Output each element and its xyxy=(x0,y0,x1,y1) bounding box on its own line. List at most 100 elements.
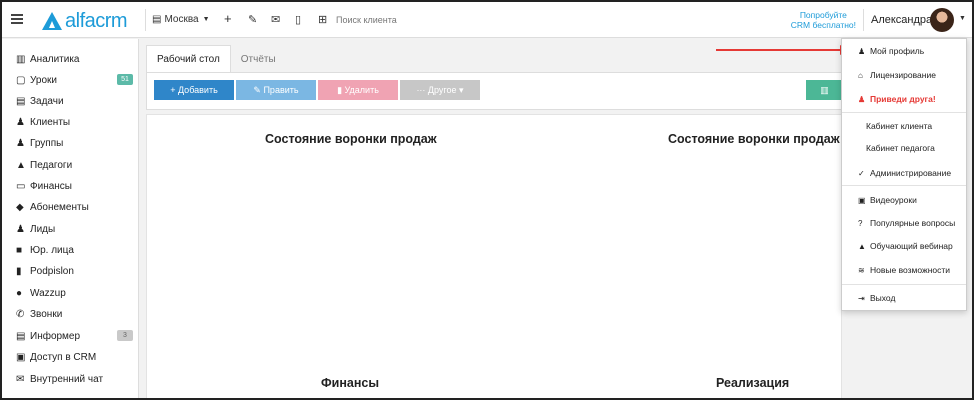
sidebar-item-6[interactable]: ▲ Педагоги xyxy=(2,155,139,175)
divider xyxy=(863,9,864,31)
sidebar-item-label: Группы xyxy=(30,137,64,149)
sidebar-item-label: Абонементы xyxy=(30,201,89,213)
divider xyxy=(145,9,146,31)
sidebar-item-label: Педагоги xyxy=(30,159,73,171)
sidebar-item-2[interactable]: ▢ Уроки 51 xyxy=(2,70,139,90)
file-icon: ▮ xyxy=(16,265,22,277)
envelope-icon[interactable]: ✉ xyxy=(271,13,280,26)
sidebar-item-12[interactable]: ● Wazzup xyxy=(2,283,139,303)
tasks-icon: ▤ xyxy=(16,95,26,107)
sidebar-item-label: Уроки xyxy=(30,74,57,86)
sidebar-item-label: Задачи xyxy=(30,95,64,107)
menu-item-2[interactable]: ⌂ Лицензирование xyxy=(842,67,966,83)
avatar[interactable] xyxy=(930,8,954,32)
license-icon: ⌂ xyxy=(858,70,863,80)
tag-icon: ◆ xyxy=(16,201,24,213)
sidebar-item-label: Аналитика xyxy=(30,53,80,65)
tab-desktop[interactable]: Рабочий стол xyxy=(146,45,231,73)
sidebar-item-3[interactable]: ▤ Задачи xyxy=(2,91,139,111)
sidebar-item-1[interactable]: ▥ Аналитика xyxy=(2,49,139,69)
hamburger-menu-icon[interactable] xyxy=(11,14,23,24)
sidebar-item-7[interactable]: ▭ Финансы xyxy=(2,176,139,196)
wrench-icon[interactable]: ✎ xyxy=(248,13,257,26)
add-button[interactable]: + Добавить xyxy=(154,80,234,100)
plus-icon[interactable]: + xyxy=(224,11,232,26)
sidebar-item-label: Финансы xyxy=(30,180,72,192)
logout-icon: ⇥ xyxy=(858,293,865,303)
chevron-down-icon[interactable]: ▼ xyxy=(959,15,966,22)
video-icon: ▣ xyxy=(858,195,866,205)
menu-item-label: Мой профиль xyxy=(870,46,925,56)
alfacrm-logo-icon xyxy=(42,12,62,30)
logo-text: alfacrm xyxy=(65,9,128,32)
sidebar-item-15[interactable]: ▣ Доступ в CRM xyxy=(2,347,139,367)
sales-title: Реализация xyxy=(716,376,790,390)
phone-icon: ✆ xyxy=(16,308,25,320)
group-icon: ♟ xyxy=(16,137,25,149)
sidebar-item-9[interactable]: ♟ Лиды xyxy=(2,219,139,239)
dashboard-button[interactable]: ▥ xyxy=(806,80,843,100)
count-badge: 51 xyxy=(117,74,133,85)
menu-item-label: Популярные вопросы xyxy=(870,218,956,228)
user-plus-icon: ♟ xyxy=(16,223,25,235)
tab-reports[interactable]: Отчёты xyxy=(231,45,286,73)
sidebar-item-8[interactable]: ◆ Абонементы xyxy=(2,197,139,217)
cart-icon[interactable]: ⊞ xyxy=(318,13,327,26)
user-name[interactable]: Александра xyxy=(871,14,932,26)
branch-selector[interactable]: ▤ Москва ▼ xyxy=(152,14,210,25)
sidebar-item-label: Звонки xyxy=(30,308,63,320)
edit-button[interactable]: ✎ Править xyxy=(236,80,316,100)
menu-item-6[interactable]: ✓ Администрирование xyxy=(842,165,966,181)
mail-icon: ✉ xyxy=(16,373,25,385)
promo-line-2: CRM бесплатно! xyxy=(790,20,856,30)
webinar-icon: ▲ xyxy=(858,241,866,251)
sidebar-item-4[interactable]: ♟ Клиенты xyxy=(2,112,139,132)
sidebar-item-label: Лиды xyxy=(30,223,56,235)
menu-item-11[interactable]: ⇥ Выход xyxy=(842,290,966,306)
menu-item-5[interactable]: Кабинет педагога xyxy=(842,140,966,156)
menu-item-4[interactable]: Кабинет клиента xyxy=(842,118,966,134)
branch-label: Москва xyxy=(164,14,199,25)
whatsapp-icon: ● xyxy=(16,287,23,299)
sidebar-item-10[interactable]: ■ Юр. лица xyxy=(2,240,139,260)
search-input[interactable] xyxy=(336,11,536,29)
menu-item-1[interactable]: ♟ Мой профиль xyxy=(842,43,966,59)
invite-friend-icon: ♟ xyxy=(858,94,866,104)
chevron-down-icon: ▼ xyxy=(202,16,210,23)
other-button[interactable]: ··· Другое ▾ xyxy=(400,80,480,100)
sidebar-item-label: Podpislon xyxy=(30,265,74,277)
sidebar-item-14[interactable]: ▤ Информер 3 xyxy=(2,326,139,346)
menu-item-8[interactable]: ? Популярные вопросы xyxy=(842,215,966,231)
tabs: Рабочий стол Отчёты xyxy=(146,45,286,73)
sidebar-item-label: Юр. лица xyxy=(30,244,74,256)
menu-item-10[interactable]: ≋ Новые возможности xyxy=(842,262,966,278)
logo[interactable]: alfacrm xyxy=(42,9,128,32)
delete-button[interactable]: ▮ Удалить xyxy=(318,80,398,100)
menu-item-7[interactable]: ▣ Видеоуроки xyxy=(842,192,966,208)
mobile-icon[interactable]: ▯ xyxy=(295,13,301,26)
dashboard-panel: Состояние воронки продаж Состояние ворон… xyxy=(146,114,842,398)
sidebar-item-label: Доступ в CRM xyxy=(30,351,97,363)
promo-line-1: Попробуйте xyxy=(799,10,847,20)
calendar-icon: ▢ xyxy=(16,74,26,86)
wifi-icon: ≋ xyxy=(858,265,865,275)
menu-item-label: Видеоуроки xyxy=(870,195,917,205)
menu-item-label: Кабинет клиента xyxy=(866,121,933,131)
sidebar-item-11[interactable]: ▮ Podpislon xyxy=(2,261,139,281)
menu-item-label: Обучающий вебинар xyxy=(870,241,953,251)
sidebar-item-13[interactable]: ✆ Звонки xyxy=(2,304,139,324)
menu-item-label: Администрирование xyxy=(870,168,952,178)
menu-item-9[interactable]: ▲ Обучающий вебинар xyxy=(842,238,966,254)
briefcase-icon: ■ xyxy=(16,244,23,256)
building-icon: ▤ xyxy=(152,14,162,25)
promo-link[interactable]: Попробуйте CRM бесплатно! xyxy=(791,10,856,30)
sidebar-item-label: Клиенты xyxy=(30,116,71,128)
sidebar-item-16[interactable]: ✉ Внутренний чат xyxy=(2,369,139,389)
user-icon: ♟ xyxy=(16,116,25,128)
menu-item-label: Кабинет педагога xyxy=(866,143,935,153)
annotation-arrow xyxy=(716,49,844,51)
money-icon: ▭ xyxy=(16,180,26,192)
menu-item-3[interactable]: ♟ Приведи друга! xyxy=(842,91,966,107)
sidebar-item-5[interactable]: ♟ Группы xyxy=(2,133,139,153)
sidebar-item-label: Внутренний чат xyxy=(30,373,104,385)
